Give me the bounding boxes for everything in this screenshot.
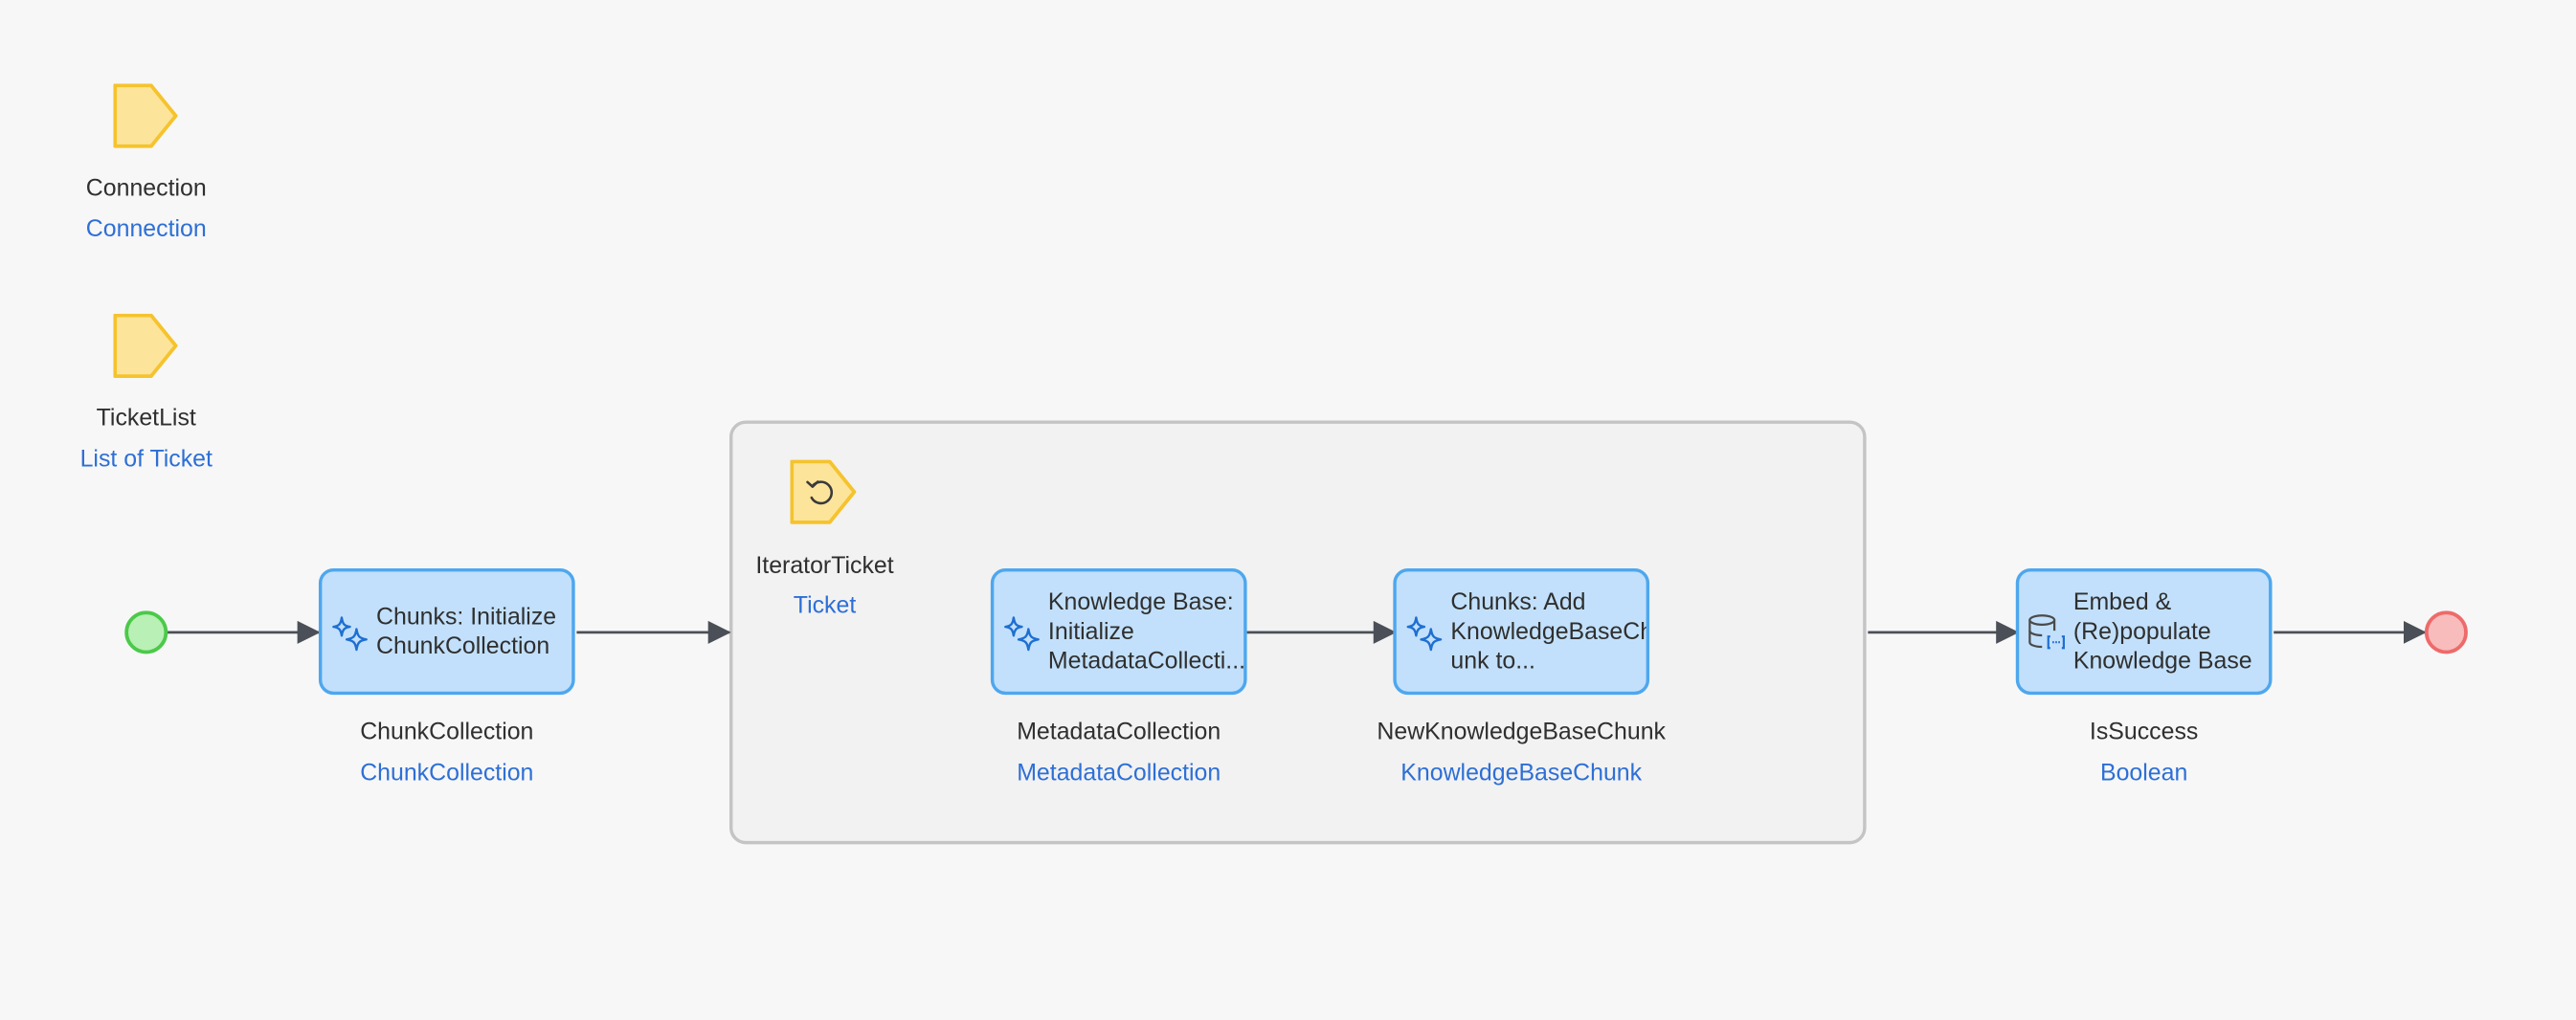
output-variable-name: MetadataCollection bbox=[1017, 719, 1221, 746]
sparkle-icon bbox=[332, 615, 368, 651]
parameter-icon[interactable] bbox=[113, 83, 179, 150]
action-label: Chunks: Add KnowledgeBaseCh unk to... bbox=[1450, 588, 1646, 675]
output-variable-type: Boolean bbox=[2099, 760, 2188, 787]
action-init-metadata-collection[interactable]: Knowledge Base: Initialize MetadataColle… bbox=[990, 567, 1247, 696]
parameter-name: TicketList bbox=[96, 406, 196, 432]
start-event[interactable] bbox=[123, 610, 169, 655]
sparkle-icon bbox=[1406, 615, 1443, 651]
output-variable-name: NewKnowledgeBaseChunk bbox=[1377, 719, 1666, 746]
action-init-chunk-collection[interactable]: Chunks: Initialize ChunkCollection bbox=[318, 567, 575, 696]
action-label: Knowledge Base: Initialize MetadataColle… bbox=[1047, 588, 1244, 675]
microflow-canvas[interactable]: Connection Connection TicketList List of… bbox=[0, 0, 2576, 1020]
action-embed-repopulate-knowledge-base[interactable]: Embed & (Re)populate Knowledge Base bbox=[2015, 567, 2273, 696]
end-event[interactable] bbox=[2423, 610, 2469, 655]
action-label: Embed & (Re)populate Knowledge Base bbox=[2072, 588, 2252, 675]
database-icon bbox=[2028, 613, 2066, 650]
iterator-name: IteratorTicket bbox=[755, 553, 894, 580]
parameter-icon[interactable] bbox=[113, 313, 179, 380]
output-variable-name: IsSuccess bbox=[2089, 719, 2199, 746]
output-variable-type: MetadataCollection bbox=[1017, 760, 1221, 787]
parameter-type: List of Ticket bbox=[79, 446, 213, 474]
output-variable-type: KnowledgeBaseChunk bbox=[1400, 760, 1643, 787]
parameter-name: Connection bbox=[85, 175, 207, 203]
action-label: Chunks: Initialize ChunkCollection bbox=[376, 603, 557, 660]
sequence-flows bbox=[166, 620, 2427, 644]
iterator-type: Ticket bbox=[793, 592, 857, 620]
output-variable-type: ChunkCollection bbox=[360, 760, 534, 787]
action-add-knowledge-base-chunk[interactable]: Chunks: Add KnowledgeBaseCh unk to... bbox=[1393, 567, 1650, 696]
sparkle-icon bbox=[1004, 615, 1040, 651]
output-variable-name: ChunkCollection bbox=[360, 719, 534, 746]
parameter-type: Connection bbox=[85, 216, 207, 244]
loop-iterator-icon[interactable] bbox=[790, 459, 857, 526]
